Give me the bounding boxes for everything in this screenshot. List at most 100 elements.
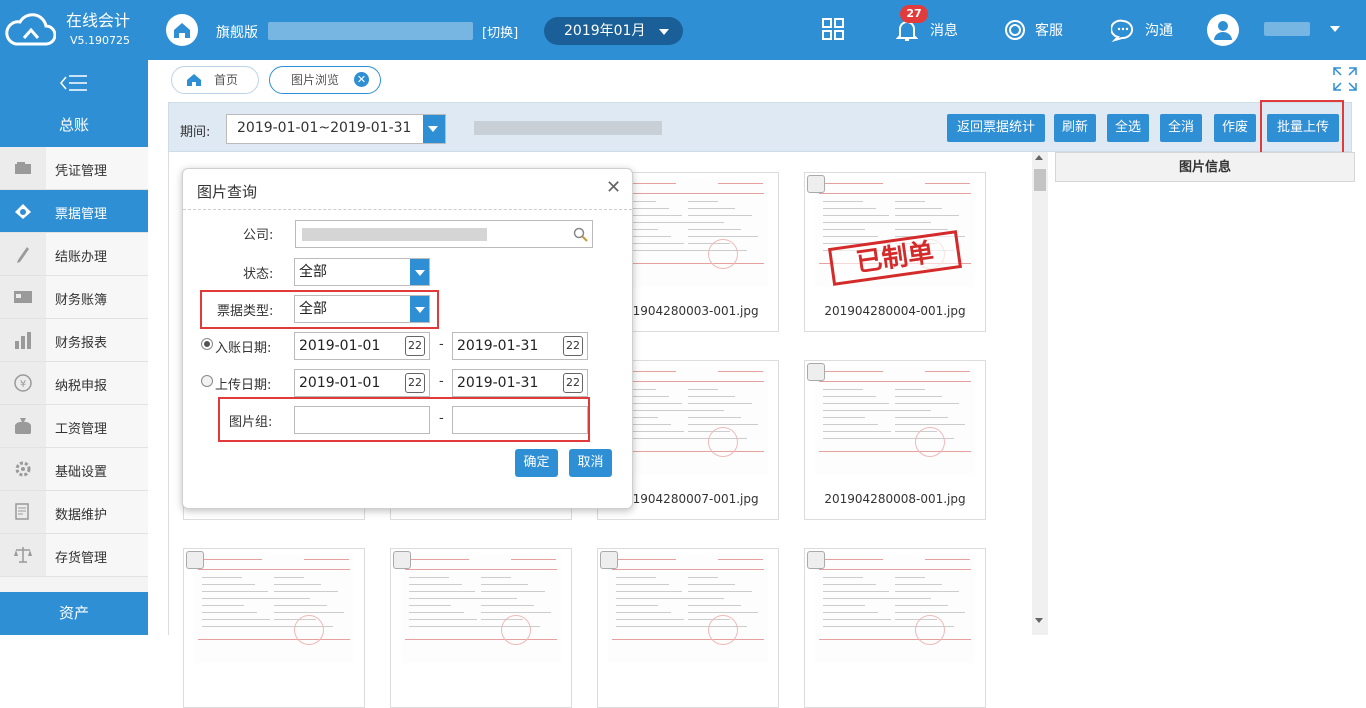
calendar-icon[interactable]: 22 [563,336,583,356]
period-range-select[interactable]: 2019-01-01~2019-01-31 [226,114,446,144]
user-avatar[interactable] [1207,14,1239,46]
receipt-preview [815,367,975,475]
sidebar-item-voucher[interactable]: 凭证管理 [0,147,148,190]
highlight-batch-upload [1260,100,1344,156]
image-thumbnail[interactable] [597,548,779,708]
sidebar-item-payroll[interactable]: 工资管理 [0,405,148,448]
thumbnail-checkbox[interactable] [807,551,825,569]
sidebar-item-ledger[interactable]: 财务账簿 [0,276,148,319]
customer-service-icon[interactable] [1002,17,1028,43]
company-input[interactable] [295,220,593,248]
calendar-icon[interactable]: 22 [563,373,583,393]
entry-date-label: 入账日期: [215,341,272,356]
period-range-value: 2019-01-01~2019-01-31 [237,120,412,136]
sidebar-section-general-ledger[interactable]: 总账 [0,104,148,147]
sidebar-item-inventory[interactable]: 存货管理 [0,534,148,577]
gear-icon [15,461,31,477]
sidebar-item-label: 数据维护 [55,508,108,523]
image-thumbnail[interactable] [804,548,986,708]
upload-date-from-input[interactable]: 2019-01-01 22 [294,369,430,397]
calendar-icon[interactable]: 22 [405,336,425,356]
sidebar-item-invoice[interactable]: 票据管理 [0,190,148,233]
tab-home[interactable]: 首页 [171,66,259,94]
thumbnail-checkbox[interactable] [186,551,204,569]
dropdown-arrow-icon[interactable] [410,259,429,285]
sidebar-item-label: 工资管理 [55,422,108,437]
apps-grid-icon[interactable] [821,17,845,41]
top-header: 在线会计 V5.190725 旗舰版 [切换] 2019年01月 27 消息 客… [0,0,1366,60]
status-select[interactable]: 全部 [294,258,430,286]
sidebar-item-label: 财务报表 [55,336,108,351]
filter-toolbar: 期间: 2019-01-01~2019-01-31 返回票据统计 刷新 全选 全… [168,102,1352,152]
void-button[interactable]: 作废 [1214,114,1256,142]
fullscreen-icon[interactable] [1332,66,1358,92]
dropdown-arrow-icon[interactable] [423,115,445,143]
user-icon [1214,21,1232,40]
thumbnail-caption: 201904280008-001.jpg [824,492,966,506]
sidebar-item-label: 存货管理 [55,551,108,566]
period-select[interactable]: 2019年01月 [544,17,683,45]
image-thumbnail[interactable] [390,548,572,708]
switch-company-link[interactable]: [切换] [482,22,518,41]
tab-bar: 首页 图片浏览 ✕ [148,60,1366,102]
search-icon[interactable] [573,227,589,243]
period-label: 期间: [180,125,211,140]
sidebar-item-label: 结账办理 [55,250,108,265]
return-statistics-button[interactable]: 返回票据统计 [947,114,1045,142]
app-logo[interactable]: 在线会计 V5.190725 [0,0,148,60]
thumbnail-checkbox[interactable] [393,551,411,569]
redacted-text [474,121,662,135]
deselect-all-button[interactable]: 全消 [1160,114,1202,142]
upload-date-from-value: 2019-01-01 [299,375,381,391]
sidebar-item-tax[interactable]: ¥ 纳税申报 [0,362,148,405]
sidebar-item-reports[interactable]: 财务报表 [0,319,148,362]
entry-date-to-input[interactable]: 2019-01-31 22 [452,332,588,360]
chat-link[interactable]: 沟通 [1145,20,1173,40]
company-edition: 旗舰版 [216,25,258,41]
dialog-divider [183,209,632,210]
confirm-button[interactable]: 确定 [515,449,558,477]
select-all-button[interactable]: 全选 [1107,114,1149,142]
entry-date-radio[interactable] [201,338,213,350]
close-icon[interactable]: ✕ [606,177,621,198]
user-name-redacted[interactable] [1264,22,1310,36]
scroll-up-icon[interactable] [1035,155,1043,160]
scrollbar-thumb[interactable] [1034,169,1046,191]
sidebar-section-assets[interactable]: 资产 [0,592,148,635]
upload-date-to-value: 2019-01-31 [457,375,539,391]
home-button[interactable] [166,14,198,46]
upload-date-label: 上传日期: [215,378,272,393]
tab-image-browse[interactable]: 图片浏览 ✕ [269,66,381,94]
home-icon [174,23,190,38]
collapse-menu-icon [60,75,87,91]
entry-date-from-input[interactable]: 2019-01-01 22 [294,332,430,360]
image-thumbnail[interactable] [183,548,365,708]
thumbnail-checkbox[interactable] [807,175,825,193]
messages-link[interactable]: 消息 [930,20,958,40]
image-thumbnail[interactable]: 已制单 201904280004-001.jpg [804,172,986,332]
user-menu-chevron-icon[interactable] [1330,26,1340,32]
money-bag-icon [15,418,31,434]
receipt-preview [194,555,354,663]
home-icon [187,74,201,86]
cancel-button[interactable]: 取消 [569,449,612,477]
sidebar-item-settings[interactable]: 基础设置 [0,448,148,491]
close-tab-icon[interactable]: ✕ [354,72,369,87]
receipt-preview [815,555,975,663]
redacted-company [302,228,487,241]
thumbnail-checkbox[interactable] [600,551,618,569]
customer-service-link[interactable]: 客服 [1035,20,1063,40]
upload-date-radio[interactable] [201,375,213,387]
scroll-down-icon[interactable] [1035,618,1043,623]
upload-date-to-input[interactable]: 2019-01-31 22 [452,369,588,397]
thumbnail-checkbox[interactable] [807,363,825,381]
sidebar-item-data-maintenance[interactable]: 数据维护 [0,491,148,534]
dialog-title: 图片查询 [197,183,258,201]
sidebar-collapse-button[interactable] [0,60,148,104]
chat-bubble-icon[interactable] [1111,18,1135,42]
vertical-scrollbar[interactable] [1032,152,1048,635]
refresh-button[interactable]: 刷新 [1054,114,1096,142]
image-thumbnail[interactable]: 201904280008-001.jpg [804,360,986,520]
sidebar-item-closing[interactable]: 结账办理 [0,233,148,276]
calendar-icon[interactable]: 22 [405,373,425,393]
